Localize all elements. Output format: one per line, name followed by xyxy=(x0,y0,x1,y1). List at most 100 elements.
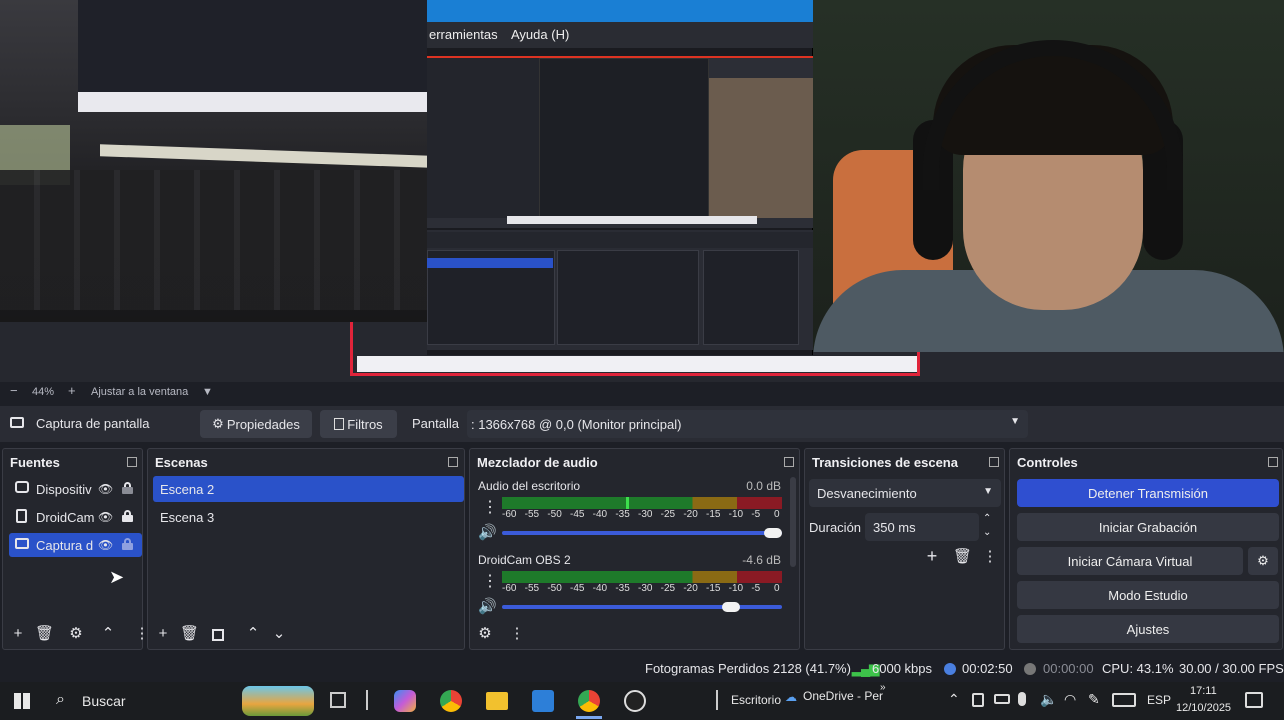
virtual-camera-settings-button[interactable]: ⚙ xyxy=(1248,547,1278,575)
volume-icon[interactable]: 🔈 xyxy=(1040,691,1057,708)
nested-screen-capture: erramientas Ayuda (H) xyxy=(427,0,813,355)
meter-tick-label: -20 xyxy=(683,509,698,520)
onedrive-toolbar[interactable]: OneDrive - Per xyxy=(803,689,883,703)
record-status-icon xyxy=(1024,663,1036,675)
wifi-icon[interactable]: ◠ xyxy=(1064,691,1076,708)
speaker-icon[interactable]: 🔊 xyxy=(478,597,497,615)
speaker-icon[interactable]: 🔊 xyxy=(478,523,497,541)
chevron-up-icon[interactable]: ⌃ xyxy=(948,691,960,708)
stop-stream-button[interactable]: Detener Transmisión xyxy=(1017,479,1279,507)
more-icon[interactable]: ⋮ xyxy=(981,548,999,566)
start-recording-button[interactable]: Iniciar Grabación xyxy=(1017,513,1279,541)
undock-icon[interactable] xyxy=(784,457,794,467)
clock-time[interactable]: 17:11 xyxy=(1190,685,1217,697)
chevron-down-icon[interactable]: ⌄ xyxy=(270,625,288,643)
pen-icon[interactable]: ✎ xyxy=(1088,691,1100,708)
slider-knob[interactable] xyxy=(764,528,782,538)
undock-icon[interactable] xyxy=(989,457,999,467)
chevron-up-icon[interactable]: ⌃ xyxy=(244,625,262,643)
eye-icon[interactable]: 👁 xyxy=(98,482,113,496)
file-explorer-icon[interactable] xyxy=(486,692,508,710)
source-item-device[interactable]: Dispositiv 👁 xyxy=(9,477,142,501)
trash-icon[interactable]: 🗑 xyxy=(953,548,972,566)
filters-button[interactable]: Filtros xyxy=(320,410,397,438)
eye-icon[interactable]: 👁 xyxy=(98,538,113,552)
more-icon[interactable]: ⋮ xyxy=(508,625,526,643)
keyboard-icon[interactable] xyxy=(1112,693,1136,707)
store-icon[interactable] xyxy=(532,690,554,712)
slider-knob[interactable] xyxy=(722,602,741,612)
obs-icon[interactable] xyxy=(624,690,646,712)
channel-name: Audio del escritorio xyxy=(478,479,581,493)
display-label: Pantalla xyxy=(412,416,459,431)
windows-start-icon[interactable] xyxy=(14,693,30,709)
zoom-out-button[interactable]: − xyxy=(10,383,18,398)
scene-item[interactable]: Escena 3 xyxy=(153,504,464,530)
virtual-camera-button[interactable]: Iniciar Cámara Virtual xyxy=(1017,547,1243,575)
tray-app-icon[interactable] xyxy=(972,693,984,707)
webcam-face-feed xyxy=(813,0,1284,352)
trash-icon[interactable]: 🗑 xyxy=(35,625,54,643)
weather-widget-icon[interactable] xyxy=(242,686,314,716)
duration-input[interactable]: 350 ms xyxy=(865,513,979,541)
taskbar-search[interactable]: Buscar xyxy=(82,693,126,709)
gear-icon[interactable]: ⚙ xyxy=(67,625,85,643)
more-icon[interactable]: ⋮ xyxy=(482,571,498,591)
webcam-laptop-feed xyxy=(0,0,430,322)
display-select[interactable]: : 1366x768 @ 0,0 (Monitor principal) ▼ xyxy=(467,410,1028,438)
studio-mode-button[interactable]: Modo Estudio xyxy=(1017,581,1279,609)
chrome-icon[interactable] xyxy=(440,690,462,712)
windows-taskbar: ⌕ Buscar Escritorio ☁ OneDrive - Per » ⌃… xyxy=(0,682,1284,720)
zoom-in-button[interactable]: + xyxy=(68,383,76,398)
properties-button[interactable]: ⚙ Propiedades xyxy=(200,410,312,438)
microphone-icon[interactable] xyxy=(1018,692,1026,706)
sources-toolbar: + 🗑 ⚙ ⌃ ⋮ xyxy=(5,621,150,647)
lock-icon[interactable] xyxy=(122,482,133,494)
meter-ticks: -60 -55 -50 -45 -40 -35 -30 -25 -20 -15 -10 -5 0 xyxy=(502,509,782,525)
volume-meter xyxy=(502,571,782,583)
filter-icon[interactable] xyxy=(212,629,224,641)
undock-icon[interactable] xyxy=(448,457,458,467)
copilot-icon[interactable] xyxy=(394,690,416,712)
stepper-down-icon[interactable]: ⌄ xyxy=(983,527,991,538)
trash-icon[interactable]: 🗑 xyxy=(180,625,199,643)
battery-icon[interactable] xyxy=(994,694,1010,704)
chevron-up-icon[interactable]: ⌃ xyxy=(99,625,117,643)
source-item-capture[interactable]: Captura d 👁 xyxy=(9,533,142,557)
undock-icon[interactable] xyxy=(1268,457,1278,467)
volume-slider[interactable] xyxy=(502,528,782,538)
volume-slider[interactable] xyxy=(502,602,782,612)
gear-icon[interactable]: ⚙ xyxy=(476,625,494,643)
scene-item[interactable]: Escena 2 xyxy=(153,476,464,502)
transition-select[interactable]: Desvanecimiento ▼ xyxy=(809,479,1001,507)
eye-icon[interactable]: 👁 xyxy=(98,510,113,524)
clock-date[interactable]: 12/10/2025 xyxy=(1176,702,1231,714)
zoom-dropdown-icon[interactable]: ▼ xyxy=(202,386,213,398)
meter-tick-label: -40 xyxy=(592,583,608,594)
meter-tick-label: -15 xyxy=(706,509,721,520)
lock-icon[interactable] xyxy=(122,538,133,550)
notification-icon[interactable] xyxy=(1245,692,1263,708)
preview-canvas[interactable]: erramientas Ayuda (H) xyxy=(0,0,1284,382)
chevron-right-icon[interactable]: » xyxy=(880,682,886,693)
mixer-scrollbar[interactable] xyxy=(790,477,796,567)
add-icon[interactable]: + xyxy=(923,547,941,565)
language-indicator[interactable]: ESP xyxy=(1147,693,1171,707)
camera-icon xyxy=(15,481,29,493)
add-icon[interactable]: + xyxy=(154,625,172,643)
source-label: Captura d xyxy=(36,538,94,553)
task-view-icon[interactable] xyxy=(330,692,346,708)
undock-icon[interactable] xyxy=(127,457,137,467)
desktop-toolbar[interactable]: Escritorio xyxy=(731,693,781,707)
meter-tick-label: -5 xyxy=(751,583,761,594)
settings-button[interactable]: Ajustes xyxy=(1017,615,1279,643)
fit-window-label[interactable]: Ajustar a la ventana xyxy=(91,386,188,398)
sources-dock: Fuentes Dispositiv 👁 DroidCam 👁 Captura … xyxy=(2,448,150,650)
stepper-up-icon[interactable]: ⌃ xyxy=(983,513,991,524)
chrome-active-icon[interactable] xyxy=(578,690,600,712)
volume-meter xyxy=(502,497,782,509)
more-icon[interactable]: ⋮ xyxy=(482,497,498,517)
source-item-droidcam[interactable]: DroidCam 👁 xyxy=(9,505,142,529)
add-icon[interactable]: + xyxy=(9,625,27,643)
lock-icon[interactable] xyxy=(122,510,133,522)
